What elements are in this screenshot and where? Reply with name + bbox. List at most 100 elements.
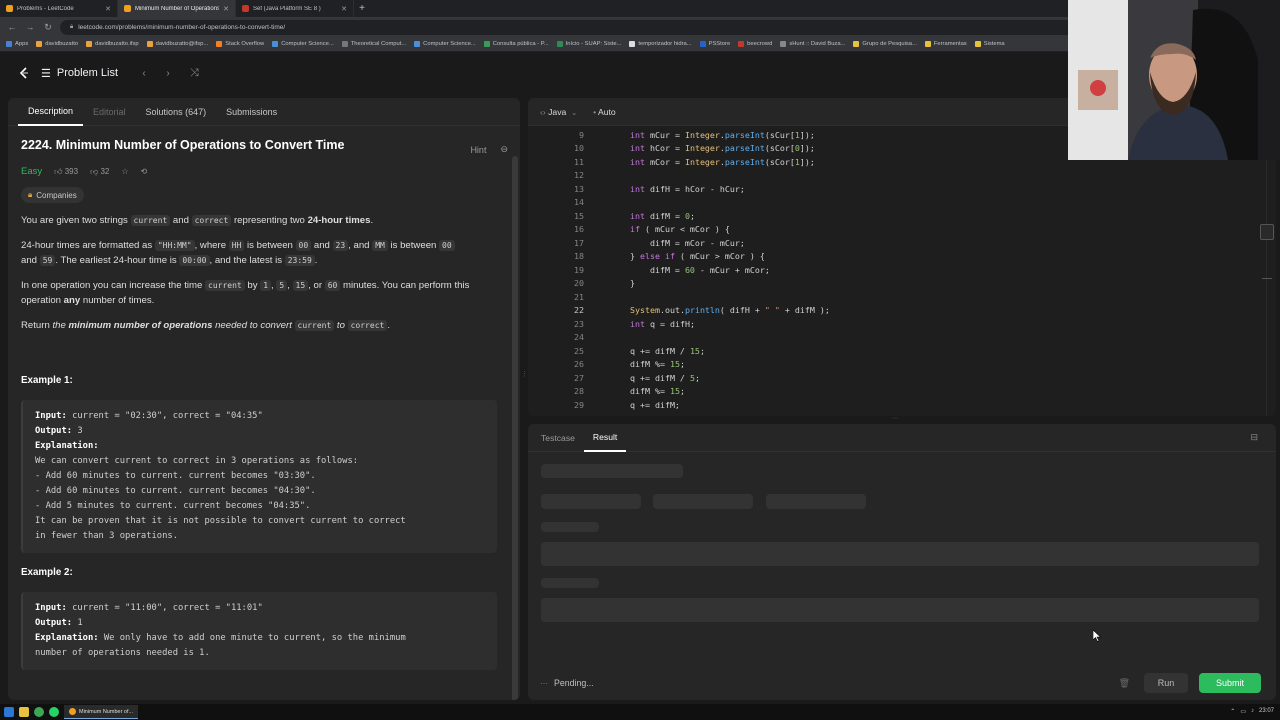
code-line[interactable]: 12 [528,169,1276,183]
shuffle-icon[interactable]: ⤨ [190,67,199,80]
close-tab-icon[interactable]: ✕ [341,5,347,13]
code-line[interactable]: 17 difM = mCor - mCur; [528,236,1276,250]
reload-icon[interactable]: ↻ [42,22,54,33]
volume-icon[interactable]: ♪ [1251,708,1254,715]
code-line[interactable]: 25 q += difM / 15; [528,344,1276,358]
taskbar-app-chrome[interactable]: Minimum Number of... [64,705,139,719]
line-number: 9 [579,129,584,140]
bookmark-item[interactable]: Sistema [974,41,1005,47]
whatsapp-icon[interactable] [49,707,59,717]
star-icon[interactable]: ☆ [121,167,128,176]
url-field[interactable]: 🔒︎ leetcode.com/problems/minimum-number-… [60,19,1100,35]
bookmark-item[interactable]: Theoretical Comput... [341,41,406,47]
problem-content: 2224. Minimum Number of Operations to Co… [21,138,497,670]
tab-editorial[interactable]: Editorial [83,98,136,126]
clock[interactable]: 23:07 [1259,708,1274,715]
chrome-icon[interactable] [34,707,44,717]
bookmark-item[interactable]: Início - SUAP: Siste... [556,41,621,47]
tab-testcase[interactable]: Testcase [532,424,584,452]
close-tab-icon[interactable]: ✕ [223,5,229,13]
vertical-resize-handle[interactable]: ⋮ [521,370,528,390]
code-line[interactable]: 13 int difH = hCor - hCur; [528,182,1276,196]
trash-icon[interactable]: 🗑︎ [1119,678,1130,689]
code-line[interactable]: 27 q += difM / 5; [528,371,1276,385]
tab-solutions[interactable]: Solutions (647) [136,98,217,126]
windows-start-icon[interactable] [4,707,14,717]
bookmark-item[interactable]: Ferramentas [924,41,967,47]
browser-tab[interactable]: Problems - LeetCode ✕ [0,0,118,17]
bookmark-item[interactable]: Apps [6,41,28,47]
paragraph-3: In one operation you can increase the ti… [21,278,497,308]
dislike-button[interactable]: 👎︎ 32 [90,167,109,177]
code-line[interactable]: 22 System.out.println( difH + " " + difM… [528,304,1276,318]
expand-icon[interactable]: ⊟ [1250,432,1258,443]
code-line[interactable]: 14 [528,196,1276,210]
prev-problem-icon[interactable]: ‹ [136,65,152,81]
autocomplete-mode[interactable]: • Auto [593,107,616,117]
close-tab-icon[interactable]: ✕ [105,5,111,13]
text: , [287,280,293,291]
bookmark-item[interactable]: davidbuzatto [36,41,78,47]
example-1-box: Input: current = "02:30", correct = "04:… [21,400,497,553]
inline-code: 23 [332,240,349,251]
next-problem-icon[interactable]: › [160,65,176,81]
network-icon[interactable]: ▭ [1240,708,1246,715]
bookmark-item[interactable]: beecrowd [738,41,772,47]
bookmark-item[interactable]: Consulta pública - P... [483,41,549,47]
new-tab-button[interactable]: + [354,0,370,17]
code-line[interactable]: 29 q += difM; [528,398,1276,412]
description-scrollbar[interactable] [512,128,518,700]
loading-skeleton [766,494,866,509]
leetcode-logo-icon[interactable] [17,66,31,80]
browser-tab[interactable]: Set (Java Platform SE 8 ) ✕ [236,0,354,17]
tray-arrow-icon[interactable]: ⌃ [1230,708,1235,715]
companies-tag[interactable]: 🔒︎ Companies [21,187,84,203]
forward-icon[interactable]: → [24,22,36,32]
tab-result[interactable]: Result [583,424,627,452]
editor-scrollbar[interactable] [1266,128,1276,416]
code-line[interactable]: 23 int q = difH; [528,317,1276,331]
code-line[interactable]: 19 difM = 60 - mCur + mCor; [528,263,1276,277]
code-line[interactable]: 15 int difM = 0; [528,209,1276,223]
share-icon[interactable]: ⟲ [141,167,148,176]
file-explorer-icon[interactable] [19,707,29,717]
submit-button[interactable]: Submit [1199,673,1261,693]
code-line[interactable]: 16 if ( mCur < mCor ) { [528,223,1276,237]
code-line[interactable]: 26 difM %= 15; [528,358,1276,372]
bookmark-item[interactable]: davidbuzatto@ifsp... [146,41,208,47]
bookmark-item[interactable]: Stack Overflow [216,41,264,47]
text: is between [244,240,296,251]
scrollbar-thumb[interactable] [512,156,518,700]
browser-tab[interactable]: Minimum Number of Operations ✕ [118,0,236,17]
tab-description[interactable]: Description [18,98,84,126]
bookmark-item[interactable]: davidbuzatto.ifsp [86,41,139,47]
code-lines[interactable]: 9 int mCur = Integer.parseInt(sCur[1]); 1… [528,128,1276,412]
code-text: difM = 60 - mCur + mCor; [584,265,770,275]
run-button[interactable]: Run [1144,673,1188,693]
bookmark-item[interactable]: temporizador hidra... [629,41,692,47]
bookmark-item[interactable]: Computer Science... [414,41,476,47]
code-token: int [629,183,645,194]
inline-code: MM [372,240,388,251]
bookmark-icon [341,41,348,47]
bookmark-item[interactable]: Computer Science... [272,41,334,47]
more-icon[interactable]: ⊖ [500,144,508,155]
tab-submissions[interactable]: Submissions [216,98,287,126]
notes-icon[interactable] [1260,224,1274,240]
code-token: Integer [684,129,720,140]
code-line[interactable]: 24 [528,331,1276,345]
bookmark-item[interactable]: sHunt :: David Buza... [780,41,845,47]
language-select[interactable]: ‹› Java ⌄ [540,107,577,117]
back-icon[interactable]: ← [6,22,18,32]
thumbs-down-icon: 👎︎ [90,166,99,176]
bookmark-item[interactable]: PSStore [699,41,730,47]
horizontal-resize-handle[interactable]: ⋯ [880,416,910,422]
problem-list-link[interactable]: ☰ Problem List [41,67,118,80]
code-line[interactable]: 18 } else if ( mCur > mCor ) { [528,250,1276,264]
bookmark-item[interactable]: Grupo de Pesquisa... [853,41,917,47]
code-line[interactable]: 21 [528,290,1276,304]
code-line[interactable]: 28 difM %= 15; [528,385,1276,399]
like-button[interactable]: 👍︎ 393 [54,167,78,177]
code-line[interactable]: 20 } [528,277,1276,291]
